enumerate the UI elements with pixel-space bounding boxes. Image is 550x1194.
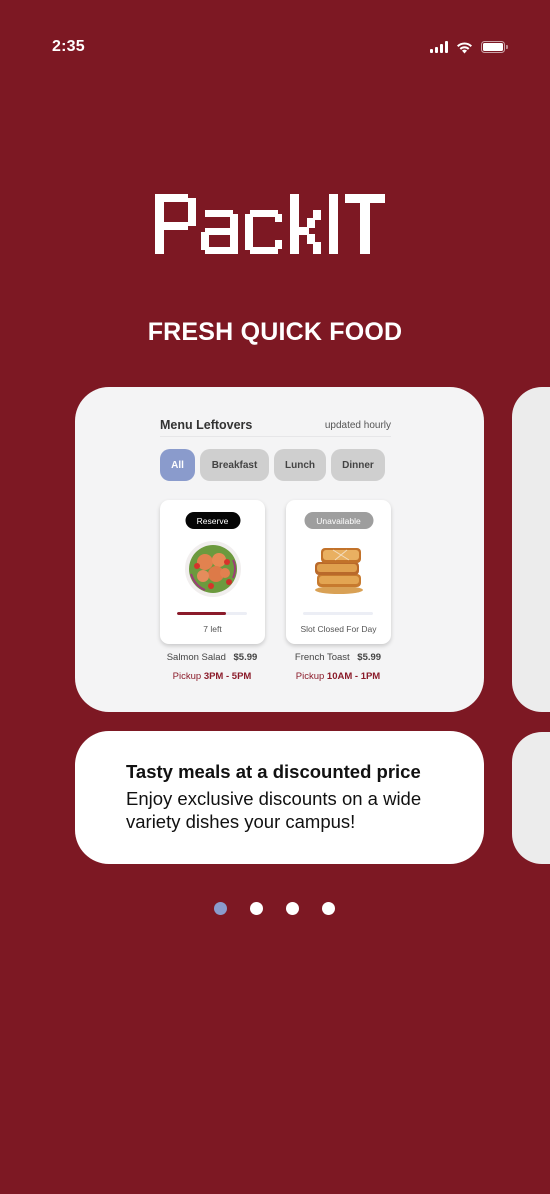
food-name: French Toast xyxy=(294,652,350,663)
filter-chip-all[interactable]: All xyxy=(160,449,195,481)
page-dot-3[interactable] xyxy=(286,902,299,915)
page-dot-1[interactable] xyxy=(214,902,227,915)
stock-progress-fill xyxy=(177,612,226,615)
feature-description: Enjoy exclusive discounts on a wide vari… xyxy=(126,788,422,832)
food-info-salmon-salad: Salmon Salad $5.99 xyxy=(147,652,277,663)
next-info-card-peek[interactable] xyxy=(512,732,550,864)
reserve-button[interactable]: Reserve xyxy=(185,512,240,529)
status-icons xyxy=(430,40,508,54)
page-dot-2[interactable] xyxy=(250,902,263,915)
stock-progress-bar xyxy=(303,612,373,615)
pickup-window: 3PM - 5PM xyxy=(203,671,252,682)
salmon-salad-image xyxy=(184,541,241,597)
feature-info-card: Tasty meals at a discounted price Enjoy … xyxy=(75,731,484,864)
wifi-icon xyxy=(457,41,472,53)
app-logo: PackIT xyxy=(0,190,550,260)
filter-chip-dinner[interactable]: Dinner xyxy=(331,449,385,481)
stock-progress-bar xyxy=(177,612,247,615)
pickup-time-french-toast: Pickup 10AM - 1PM xyxy=(273,671,403,682)
unavailable-badge: Unavailable xyxy=(304,512,373,529)
menu-header: Menu Leftovers updated hourly xyxy=(160,415,391,437)
menu-title: Menu Leftovers xyxy=(160,418,253,432)
cellular-signal-icon xyxy=(430,41,448,53)
food-card-salmon-salad[interactable]: Reserve 7 left xyxy=(160,500,265,644)
food-name: Salmon Salad xyxy=(166,652,226,663)
next-preview-card-peek[interactable] xyxy=(512,387,550,712)
packit-pixel-logo: PackIT xyxy=(155,194,385,254)
pickup-label: Pickup xyxy=(172,671,202,682)
food-info-french-toast: French Toast $5.99 xyxy=(273,652,403,663)
pickup-window: 10AM - 1PM xyxy=(326,671,381,682)
feature-title: Tasty meals at a discounted price xyxy=(126,761,421,782)
status-bar: 2:35 xyxy=(0,0,550,95)
filter-chip-lunch[interactable]: Lunch xyxy=(274,449,326,481)
food-price: $5.99 xyxy=(233,652,258,663)
filter-chips: All Breakfast Lunch Dinner xyxy=(160,449,385,481)
slot-status: Slot Closed For Day xyxy=(300,624,377,634)
battery-icon xyxy=(481,41,508,53)
app-preview-card: Menu Leftovers updated hourly All Breakf… xyxy=(75,387,484,712)
app-tagline: FRESH QUICK FOOD xyxy=(147,318,403,346)
pickup-time-salmon-salad: Pickup 3PM - 5PM xyxy=(147,671,277,682)
pickup-label: Pickup xyxy=(295,671,325,682)
french-toast-image xyxy=(314,548,363,594)
status-time: 2:35 xyxy=(52,38,85,55)
menu-update-note: updated hourly xyxy=(324,420,391,431)
stock-status: 7 left xyxy=(203,624,222,634)
food-price: $5.99 xyxy=(357,652,382,663)
food-card-french-toast[interactable]: Unavailable Slot Closed For Day xyxy=(286,500,391,644)
page-dot-4[interactable] xyxy=(322,902,335,915)
pagination-dots xyxy=(214,902,335,915)
filter-chip-breakfast[interactable]: Breakfast xyxy=(200,449,269,481)
